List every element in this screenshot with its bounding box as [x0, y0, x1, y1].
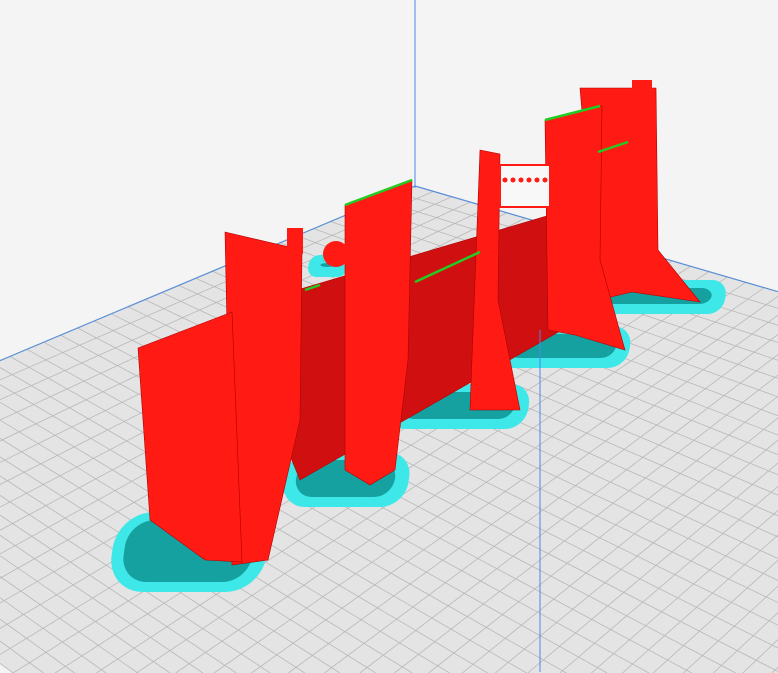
- tab: [287, 228, 303, 254]
- bracket-hole: [502, 177, 508, 183]
- bracket-hole: [534, 177, 540, 183]
- bracket-hole: [518, 177, 524, 183]
- scene-canvas[interactable]: [0, 0, 778, 673]
- cylinder-part: [323, 241, 349, 267]
- bracket-hole: [510, 177, 516, 183]
- bracket: [499, 164, 551, 208]
- bracket-hole: [526, 177, 532, 183]
- print-preview-viewport[interactable]: [0, 0, 778, 673]
- bracket-hole: [542, 177, 548, 183]
- tab: [632, 80, 652, 110]
